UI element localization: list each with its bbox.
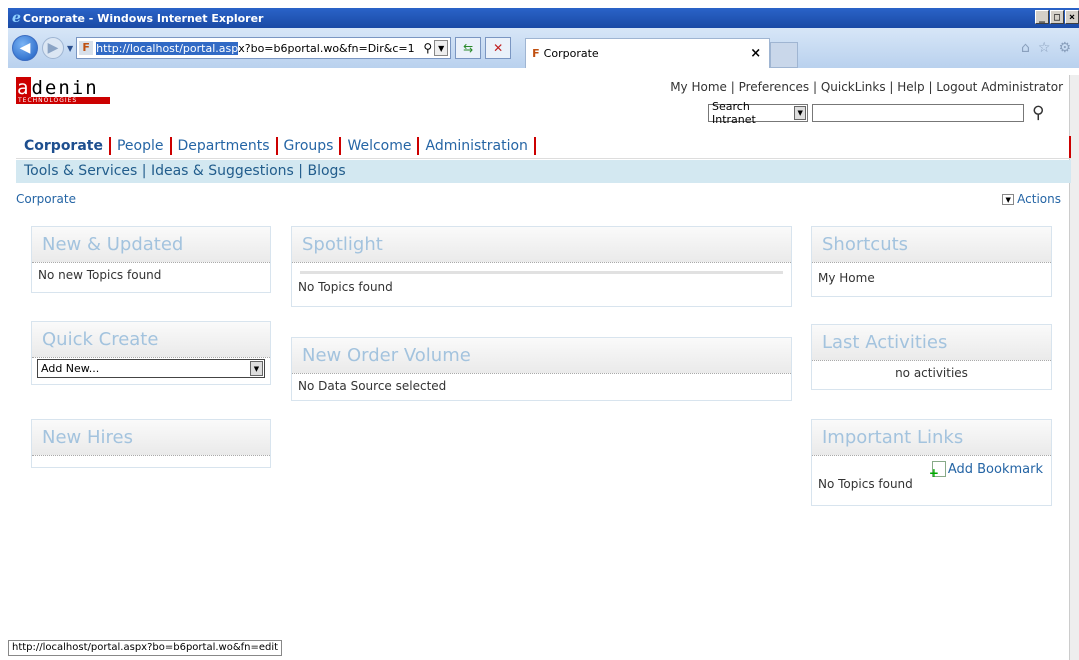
portlet-title: New Hires	[32, 420, 270, 456]
sub-navigation: Tools & Services | Ideas & Suggestions |…	[16, 160, 1071, 183]
portlet-title: Important Links	[812, 420, 1051, 456]
minimize-button[interactable]: _	[1035, 10, 1049, 24]
search-row: Search Intranet ▼ ⚲	[708, 100, 1044, 126]
search-icon[interactable]: ⚲	[1032, 103, 1044, 123]
subnav-tools-services[interactable]: Tools & Services	[24, 163, 137, 179]
link-my-home[interactable]: My Home	[670, 80, 727, 94]
refresh-button[interactable]: ⇆	[455, 37, 482, 59]
address-dropdown-icon[interactable]: ▼	[434, 40, 449, 56]
home-icon[interactable]: ⌂	[1021, 40, 1030, 56]
portlet-spotlight: Spotlight No Topics found	[291, 226, 792, 307]
portlet-new-hires: New Hires	[31, 419, 271, 468]
tab-administration[interactable]: Administration	[419, 137, 536, 155]
status-bar-url: http://localhost/portal.aspx?bo=b6portal…	[8, 640, 283, 656]
chevron-down-icon: ▼	[250, 361, 263, 376]
logo: adenin TECHNOLOGIES	[16, 77, 110, 104]
quick-create-select[interactable]: Add New... ▼	[37, 359, 265, 378]
main-tabs: Corporate People Departments Groups Welc…	[16, 134, 1071, 159]
tab-welcome[interactable]: Welcome	[341, 137, 420, 155]
search-scope-value: Search Intranet	[712, 100, 756, 126]
portlet-title: New & Updated	[32, 227, 270, 263]
window-title-bar: e Corporate - Windows Internet Explorer …	[8, 8, 1079, 28]
address-bar[interactable]: F http://localhost/portal.asp x?bo=b6por…	[76, 37, 452, 59]
portlet-body-text: no activities	[895, 366, 968, 380]
link-quicklinks[interactable]: QuickLinks	[821, 80, 886, 94]
back-button[interactable]: ◀	[12, 35, 38, 61]
actions-menu[interactable]: ▼ Actions	[1002, 192, 1061, 206]
address-rest-text: x?bo=b6portal.wo&fn=Dir&c=1	[238, 41, 415, 55]
portlet-body-text: No Topics found	[298, 280, 393, 294]
portlet-body-text: No new Topics found	[38, 268, 162, 282]
browser-nav-bar: ◀ ▶ ▼ F http://localhost/portal.asp x?bo…	[8, 28, 1079, 68]
window-controls: _ □ ×	[1035, 10, 1079, 24]
actions-label: Actions	[1017, 192, 1061, 206]
portlet-title: Quick Create	[32, 322, 270, 358]
site-favicon-icon: F	[79, 41, 94, 55]
quick-create-value: Add New...	[41, 362, 100, 375]
favorites-star-icon[interactable]: ☆	[1038, 40, 1051, 56]
stop-button[interactable]: ✕	[485, 37, 512, 59]
link-logout[interactable]: Logout Administrator	[936, 80, 1063, 94]
browser-tab[interactable]: F Corporate ×	[525, 38, 771, 68]
forward-button[interactable]: ▶	[42, 37, 64, 59]
close-tab-icon[interactable]: ×	[750, 46, 761, 61]
tab-departments[interactable]: Departments	[172, 137, 278, 155]
add-bookmark-icon	[929, 461, 946, 480]
subnav-ideas-suggestions[interactable]: Ideas & Suggestions	[151, 163, 294, 179]
logo-text: adenin	[16, 77, 99, 99]
portlet-shortcuts: Shortcuts My Home	[811, 226, 1052, 297]
portlet-body-text: No Data Source selected	[298, 379, 447, 393]
portlet-title: Shortcuts	[812, 227, 1051, 263]
portlet-title: New Order Volume	[292, 338, 791, 374]
subnav-blogs[interactable]: Blogs	[307, 163, 345, 179]
portlet-title: Spotlight	[292, 227, 791, 263]
link-preferences[interactable]: Preferences	[739, 80, 810, 94]
address-selected-text: http://localhost/portal.asp	[96, 41, 239, 55]
link-help[interactable]: Help	[897, 80, 924, 94]
maximize-button[interactable]: □	[1050, 10, 1064, 24]
ie-logo-icon: e	[12, 10, 21, 26]
portlet-quick-create: Quick Create Add New... ▼	[31, 321, 271, 385]
tools-gear-icon[interactable]: ⚙	[1058, 40, 1071, 56]
add-bookmark-label: Add Bookmark	[947, 461, 1043, 477]
new-tab-button[interactable]	[770, 42, 799, 68]
breadcrumb[interactable]: Corporate	[16, 192, 76, 206]
chevron-down-icon: ▼	[794, 106, 806, 120]
history-dropdown-icon[interactable]: ▼	[67, 44, 73, 53]
address-search-icon[interactable]: ⚲	[423, 41, 434, 55]
tab-corporate[interactable]: Corporate	[16, 137, 111, 155]
portlet-new-order-volume: New Order Volume No Data Source selected	[291, 337, 792, 401]
tab-people[interactable]: People	[111, 137, 172, 155]
close-window-button[interactable]: ×	[1065, 10, 1079, 24]
tab-groups[interactable]: Groups	[278, 137, 342, 155]
search-input[interactable]	[812, 104, 1024, 122]
tab-favicon-icon: F	[532, 47, 540, 60]
search-scope-select[interactable]: Search Intranet ▼	[708, 100, 808, 126]
shortcut-my-home-link[interactable]: My Home	[818, 271, 875, 285]
portlet-important-links: Important Links Add Bookmark No Topics f…	[811, 419, 1052, 506]
portlet-title: Last Activities	[812, 325, 1051, 361]
top-links: My Home | Preferences | QuickLinks | Hel…	[670, 80, 1063, 94]
window-title: Corporate - Windows Internet Explorer	[22, 11, 264, 25]
chevron-down-icon: ▼	[1002, 193, 1015, 205]
add-bookmark-link[interactable]: Add Bookmark	[818, 461, 1045, 480]
portlet-last-activities: Last Activities no activities	[811, 324, 1052, 390]
tabs-divider	[1069, 136, 1071, 158]
portlet-new-updated: New & Updated No new Topics found	[31, 226, 271, 293]
tab-title: Corporate	[543, 47, 599, 60]
